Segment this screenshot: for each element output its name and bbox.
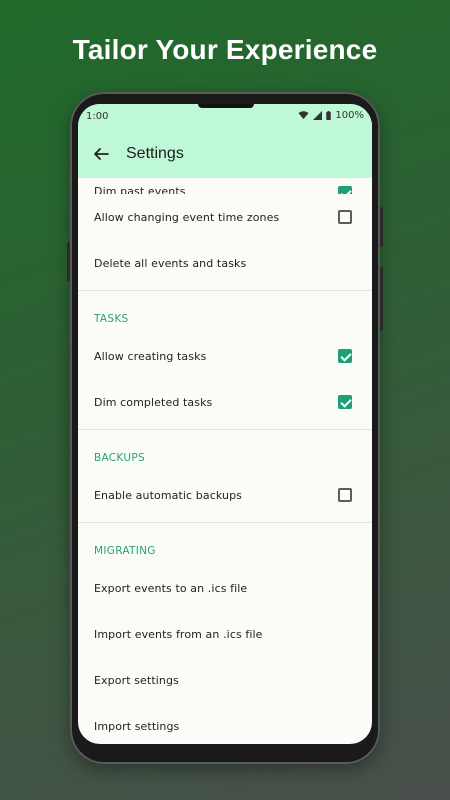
page-title: Settings [126,145,184,162]
status-time: 1:00 [86,111,109,122]
setting-delete-all-events[interactable]: Delete all events and tasks [78,240,372,286]
battery-percent: 100% [335,110,364,121]
setting-import-settings[interactable]: Import settings [78,703,372,744]
section-title-migrating: MIGRATING [94,545,156,557]
setting-dim-completed-tasks[interactable]: Dim completed tasks [78,379,372,425]
section-title-tasks: TASKS [94,313,129,325]
wifi-icon [298,111,309,120]
setting-allow-creating-tasks[interactable]: Allow creating tasks [78,333,372,379]
phone-volume-button [380,207,383,247]
promo-title: Tailor Your Experience [72,34,378,65]
setting-label: Dim completed tasks [94,395,213,409]
phone-frame: 1:00 100% Settings Dim past events Allow… [67,92,383,764]
phone-power-button [380,267,383,331]
section-title-backups: BACKUPS [94,452,145,464]
settings-list: Dim past events Allow changing event tim… [78,178,372,744]
allow-time-zones-checkbox[interactable] [338,210,352,224]
back-button[interactable] [90,143,112,165]
setting-enable-automatic-backups[interactable]: Enable automatic backups [78,472,372,518]
setting-label: Import events from an .ics file [94,627,263,641]
setting-export-events-ics[interactable]: Export events to an .ics file [78,565,372,611]
setting-import-events-ics[interactable]: Import events from an .ics file [78,611,372,657]
automatic-backups-checkbox[interactable] [338,488,352,502]
setting-label: Export settings [94,673,179,687]
setting-export-settings[interactable]: Export settings [78,657,372,703]
status-icons: 100% [298,110,364,121]
setting-label: Allow creating tasks [94,349,207,363]
phone-side-button-left [67,242,70,282]
signal-icon [313,111,323,120]
back-arrow-icon [94,148,109,160]
battery-icon [326,111,332,120]
setting-dim-past-events[interactable]: Dim past events [78,178,372,194]
setting-label: Import settings [94,719,180,733]
dim-past-events-checkbox[interactable] [338,186,352,194]
setting-label: Allow changing event time zones [94,210,280,224]
app-bar: Settings [78,130,372,178]
setting-allow-changing-time-zones[interactable]: Allow changing event time zones [78,194,372,240]
setting-label: Delete all events and tasks [94,256,247,270]
setting-label: Enable automatic backups [94,488,242,502]
phone-speaker [198,104,254,108]
phone-screen: 1:00 100% Settings Dim past events Allow… [78,104,372,744]
setting-label: Dim past events [94,185,186,194]
allow-creating-tasks-checkbox[interactable] [338,349,352,363]
setting-label: Export events to an .ics file [94,581,248,595]
dim-completed-tasks-checkbox[interactable] [338,395,352,409]
